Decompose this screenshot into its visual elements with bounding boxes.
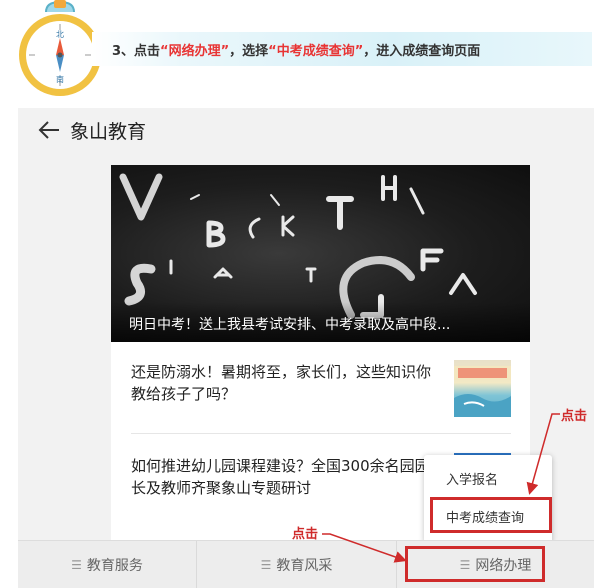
tab-education-showcase[interactable]: ☰ 教育风采 — [196, 541, 396, 588]
hero-banner[interactable]: 明日中考！送上我县考试安排、中考录取及高中段... — [111, 165, 530, 342]
click-annotation-label: 点击 — [292, 527, 319, 542]
click-annotation-label: 点击 — [561, 409, 588, 424]
menu-icon: ☰ — [260, 558, 272, 572]
instruction-highlight-2: “中考成绩查询” — [268, 43, 364, 59]
news-thumbnail — [454, 360, 511, 417]
highlight-box-menu-item — [430, 497, 552, 533]
instruction-banner: 3、点击 “网络办理” ，选择 “中考成绩查询” ，进入成绩查询页面 — [92, 32, 592, 66]
instruction-end: ，进入成绩查询页面 — [363, 43, 481, 59]
tab-label: 教育风采 — [276, 558, 333, 574]
compass-south-label: 南 — [56, 74, 64, 84]
hero-caption: 明日中考！送上我县考试安排、中考录取及高中段... — [111, 302, 530, 342]
tab-label: 教育服务 — [86, 558, 143, 574]
news-item-title: 还是防溺水！暑期将至，家长们，这些知识你教给孩子了吗？ — [131, 363, 432, 403]
news-item-title: 如何推进幼儿园课程建设？全国300余名园园长及教师齐聚象山专题研讨 — [131, 457, 430, 497]
back-arrow-icon[interactable] — [38, 120, 60, 140]
menu-icon: ☰ — [71, 558, 82, 572]
highlight-box-tab — [405, 546, 545, 582]
compass-north-label: 北 — [56, 30, 64, 39]
instruction-highlight-1: “网络办理” — [160, 43, 230, 59]
instruction-step: 3、点击 — [112, 43, 161, 59]
instruction-mid: ，选择 — [229, 43, 269, 59]
tab-education-services[interactable]: ☰ 教育服务 — [18, 541, 196, 588]
feed-divider — [131, 433, 511, 434]
title-bar: 象山教育 — [18, 108, 594, 152]
menu-item-enrollment[interactable]: 入学报名 — [424, 463, 552, 493]
page-title: 象山教育 — [70, 121, 147, 143]
